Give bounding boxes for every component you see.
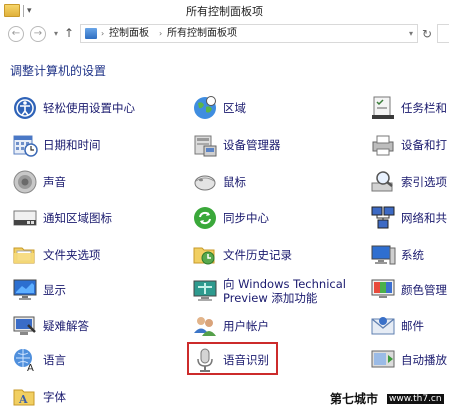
breadcrumb-separator[interactable]: › [159, 27, 162, 41]
item-label-line1: 向 Windows Technical [223, 277, 346, 291]
navigation-bar: ← → ▾ ↑ › 控制面板 › 所有控制面板项 ▾ ↻ [0, 22, 449, 46]
item-label: 自动播放 [401, 353, 447, 367]
item-label: 显示 [43, 283, 66, 297]
color-palette-icon [370, 277, 396, 303]
item-mail[interactable]: 邮件 [370, 310, 424, 342]
watermark-text: 第七城市 [330, 392, 379, 406]
item-label-line2: Preview 添加功能 [223, 291, 318, 305]
item-sync-center[interactable]: 同步中心 [192, 202, 269, 234]
title-bar: ▾ 所有控制面板项 [0, 0, 449, 22]
refresh-button[interactable]: ↻ [422, 26, 432, 42]
item-taskbar[interactable]: 任务栏和 [370, 92, 447, 124]
item-label: 同步中心 [223, 211, 269, 225]
item-label: 日期和时间 [43, 138, 101, 152]
address-bar[interactable]: › 控制面板 › 所有控制面板项 ▾ [80, 24, 418, 43]
item-indexing-options[interactable]: 索引选项 [370, 166, 447, 198]
add-features-icon [192, 278, 218, 304]
up-button[interactable]: ↑ [64, 25, 74, 41]
item-label: 设备和打 [401, 138, 447, 152]
highlight-box [187, 342, 278, 375]
forward-button[interactable]: → [30, 26, 46, 42]
taskbar-settings-icon [370, 95, 396, 121]
breadcrumb-control-panel[interactable]: 控制面板 [109, 27, 149, 41]
item-autoplay[interactable]: 自动播放 [370, 344, 447, 376]
monitor-icon [12, 277, 38, 303]
mouse-icon [192, 169, 218, 195]
item-display[interactable]: 显示 [12, 274, 66, 306]
mail-icon [370, 313, 396, 339]
speaker-icon [12, 169, 38, 195]
search-input[interactable] [437, 24, 449, 43]
item-file-history[interactable]: 文件历史记录 [192, 239, 292, 271]
ease-of-access-icon [12, 95, 38, 121]
item-label: 任务栏和 [401, 101, 447, 115]
svg-text:A: A [27, 363, 34, 373]
globe-clock-icon [192, 95, 218, 121]
address-dropdown-icon[interactable]: ▾ [409, 27, 413, 41]
item-label: 鼠标 [223, 175, 246, 189]
item-label: 索引选项 [401, 175, 447, 189]
svg-text:A: A [18, 393, 28, 406]
item-mouse[interactable]: 鼠标 [192, 166, 246, 198]
item-label: 区域 [223, 101, 246, 115]
folder-icon [12, 242, 38, 268]
window-title: 所有控制面板项 [186, 5, 263, 18]
item-label: 系统 [401, 248, 424, 262]
users-icon [192, 313, 218, 339]
item-notification-area-icons[interactable]: 通知区域图标 [12, 202, 112, 234]
item-label: 轻松使用设置中心 [43, 101, 135, 115]
item-sound[interactable]: 声音 [12, 166, 66, 198]
item-label: 设备管理器 [223, 138, 281, 152]
watermark-url: www.th7.cn [387, 394, 444, 404]
item-region[interactable]: 区域 [192, 92, 246, 124]
item-label: 邮件 [401, 319, 424, 333]
item-label: 颜色管理 [401, 283, 447, 297]
language-icon: A [12, 347, 38, 374]
fonts-folder-icon: A [12, 384, 38, 410]
recent-locations-dropdown[interactable]: ▾ [54, 26, 58, 42]
file-history-icon [192, 242, 218, 268]
breadcrumb-all-items[interactable]: 所有控制面板项 [167, 27, 237, 41]
magnifier-icon [370, 169, 396, 195]
item-color-management[interactable]: 颜色管理 [370, 274, 447, 306]
back-button[interactable]: ← [8, 26, 24, 42]
item-label: 语言 [43, 353, 66, 367]
item-label: 用户帐户 [223, 319, 269, 333]
item-label: 声音 [43, 175, 66, 189]
sync-icon [192, 205, 218, 231]
item-label: 字体 [43, 390, 66, 404]
item-user-accounts[interactable]: 用户帐户 [192, 310, 269, 342]
item-label: 文件夹选项 [43, 248, 101, 262]
item-device-manager[interactable]: 设备管理器 [192, 129, 281, 161]
item-system[interactable]: 系统 [370, 239, 424, 271]
item-folder-options[interactable]: 文件夹选项 [12, 239, 101, 271]
control-panel-icon [85, 28, 97, 39]
item-network-sharing[interactable]: 网络和共 [370, 202, 447, 234]
item-devices-printers[interactable]: 设备和打 [370, 129, 447, 161]
item-label: 网络和共 [401, 211, 447, 225]
item-troubleshooting[interactable]: 疑难解答 [12, 310, 89, 342]
breadcrumb-separator[interactable]: › [101, 27, 104, 41]
network-icon [370, 205, 396, 231]
printer-icon [370, 132, 396, 158]
calendar-clock-icon [12, 132, 38, 158]
autoplay-icon [370, 347, 396, 373]
item-date-time[interactable]: 日期和时间 [12, 129, 101, 161]
page-heading: 调整计算机的设置 [10, 64, 107, 78]
device-manager-icon [192, 132, 218, 158]
item-ease-of-access[interactable]: 轻松使用设置中心 [12, 92, 135, 124]
system-computer-icon [370, 242, 396, 268]
item-label: 疑难解答 [43, 319, 89, 333]
item-label: 向 Windows Technical Preview 添加功能 [223, 277, 346, 305]
item-add-features[interactable]: 向 Windows Technical Preview 添加功能 [192, 274, 346, 308]
item-label: 文件历史记录 [223, 248, 292, 262]
item-fonts[interactable]: A 字体 [12, 381, 66, 413]
taskbar-tray-icon [12, 205, 38, 231]
item-language[interactable]: A 语言 [12, 344, 66, 376]
item-label: 通知区域图标 [43, 211, 112, 225]
troubleshoot-monitor-icon [12, 313, 38, 339]
